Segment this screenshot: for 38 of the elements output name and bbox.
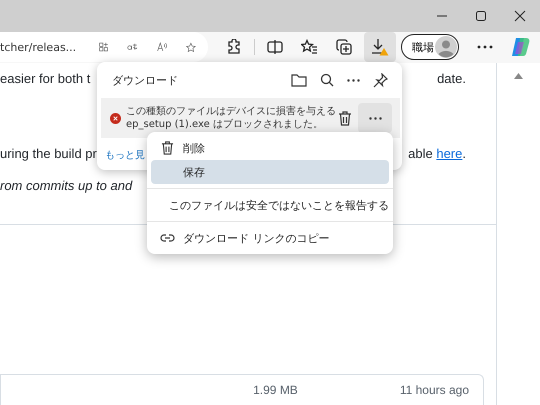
trash-icon [160, 141, 174, 155]
avatar-icon [435, 36, 457, 58]
menu-item[interactable]: このファイルは安全ではないことを報告する [151, 193, 389, 217]
warning-message: この種類のファイルはデバイスに損害を与える [126, 105, 337, 118]
paragraph-text: easier for both t [0, 70, 90, 88]
more-icon [368, 116, 382, 120]
more-icon[interactable] [347, 78, 360, 82]
collections-icon[interactable] [336, 39, 352, 56]
folder-icon[interactable] [291, 73, 307, 87]
close-icon[interactable] [514, 10, 526, 22]
downloads-button[interactable] [364, 32, 396, 62]
maximize-icon[interactable] [475, 10, 487, 22]
scroll-up-icon[interactable] [514, 73, 523, 79]
paragraph-text: able here. [408, 145, 466, 163]
menu-item[interactable]: ダウンロード リンクのコピー [151, 226, 389, 250]
puzzle-icon[interactable] [226, 39, 242, 56]
more-icon[interactable] [477, 45, 493, 50]
pin-icon[interactable] [373, 72, 388, 88]
file-name: ep_setup (1).exe はブロックされました。 [126, 118, 324, 131]
menu-item[interactable]: 削除 [151, 136, 389, 160]
copilot-icon[interactable] [509, 36, 531, 58]
paragraph-text: uring the build pr [0, 145, 97, 163]
search-icon[interactable] [320, 73, 334, 87]
here-link[interactable]: here [436, 146, 462, 161]
download-icon [371, 38, 389, 56]
paragraph-text: rom commits up to and [0, 177, 132, 195]
trash-icon[interactable] [338, 110, 352, 126]
address-bar[interactable]: tcher/releas... [0, 32, 208, 62]
file-size: 1.99 MB [253, 383, 298, 397]
split-screen-icon[interactable] [267, 39, 283, 56]
timestamp: 11 hours ago [400, 383, 469, 397]
favorites-icon[interactable] [301, 39, 318, 56]
menu-item[interactable]: 保存 [151, 160, 389, 184]
link-icon [160, 234, 174, 242]
profile-button[interactable]: 職場 [401, 34, 459, 60]
paragraph-text: date. [437, 70, 466, 88]
panel-title: ダウンロード [112, 72, 179, 88]
see-more-link[interactable]: もっと見 [105, 148, 145, 162]
